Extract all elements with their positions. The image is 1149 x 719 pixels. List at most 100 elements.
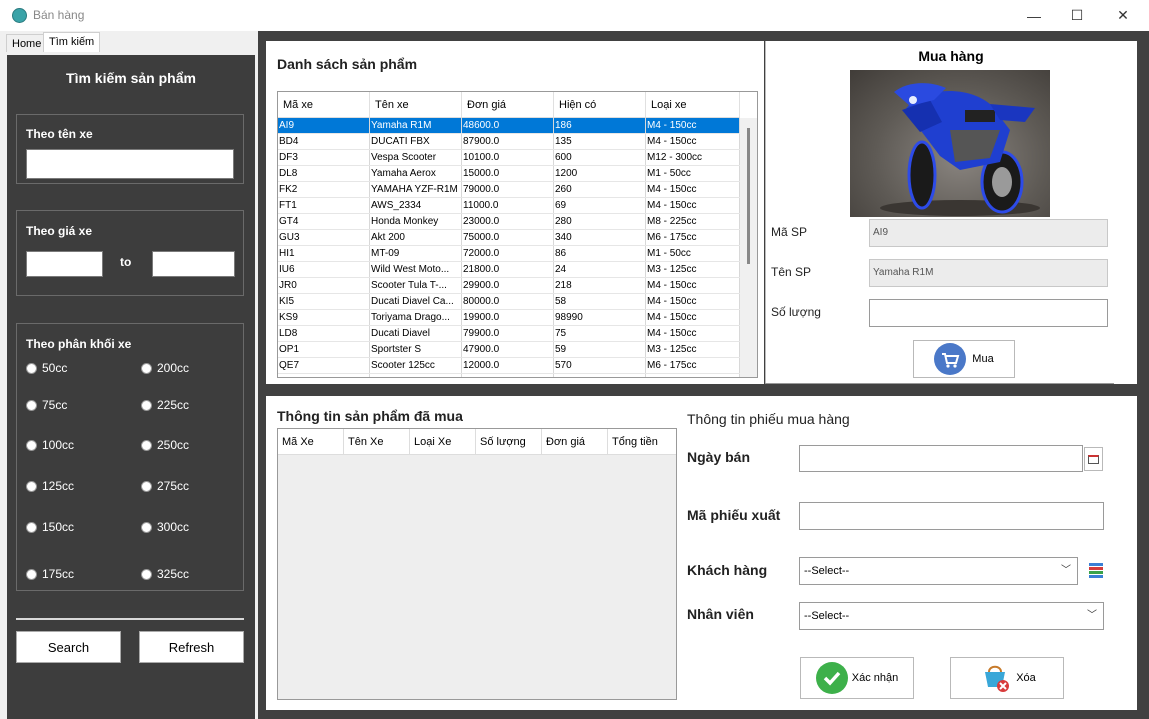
table-cell: M4 - 150cc bbox=[646, 118, 740, 133]
product-table-scrollbar[interactable] bbox=[740, 118, 757, 377]
column-header[interactable]: Đơn giá bbox=[462, 92, 554, 117]
table-row[interactable]: LD8 Ducati Diavel 79900.0 75 M4 - 150cc bbox=[278, 326, 740, 342]
radio-circle-icon bbox=[26, 480, 37, 492]
tab-strip: Home Tìm kiếm bbox=[0, 31, 258, 53]
table-cell: 135 bbox=[554, 134, 646, 149]
buy-button[interactable]: Mua bbox=[913, 340, 1015, 378]
table-cell: M4 - 150cc bbox=[646, 278, 740, 293]
column-header[interactable]: Loại Xe bbox=[410, 429, 476, 454]
search-panel-title: Tìm kiếm sản phẩm bbox=[66, 70, 196, 86]
table-cell: M3 - 125cc bbox=[646, 262, 740, 277]
table-cell: 19900.0 bbox=[462, 310, 554, 325]
bought-products-table[interactable]: Mã Xe Tên Xe Loại Xe Số lượng Đơn giá Tổ… bbox=[277, 428, 677, 700]
price-min-input[interactable] bbox=[26, 251, 103, 277]
delete-button[interactable]: Xóa bbox=[950, 657, 1064, 699]
table-cell: KI5 bbox=[278, 294, 370, 309]
table-cell: M6 - 175cc bbox=[646, 230, 740, 245]
column-header[interactable]: Loại xe bbox=[646, 92, 740, 117]
table-row[interactable]: KS9 Toriyama Drago... 19900.0 98990 M4 - 150… bbox=[278, 310, 740, 326]
table-row[interactable]: OP1 Sportster S 47900.0 59 M3 - 125cc bbox=[278, 342, 740, 358]
product-table[interactable]: Mã xe Tên xe Đơn giá Hiện có Loại xe AI9… bbox=[277, 91, 758, 378]
maximize-button[interactable]: ☐ bbox=[1054, 0, 1100, 31]
radio-75cc[interactable]: 75cc bbox=[26, 398, 67, 412]
quantity-label: Số lượng bbox=[771, 305, 821, 319]
radio-100cc[interactable]: 100cc bbox=[26, 438, 74, 452]
column-header[interactable]: Mã xe bbox=[278, 92, 370, 117]
radio-label: 125cc bbox=[42, 479, 75, 493]
staff-select[interactable]: --Select-- ﹀ bbox=[799, 602, 1104, 630]
sale-date-input[interactable] bbox=[799, 445, 1083, 472]
table-cell: Ducati Diavel bbox=[370, 326, 462, 341]
table-cell: M3 - 125cc bbox=[646, 342, 740, 357]
table-cell: KS9 bbox=[278, 310, 370, 325]
name-search-input[interactable] bbox=[26, 149, 234, 179]
radio-label: 300cc bbox=[157, 520, 190, 534]
table-cell: 1200 bbox=[554, 166, 646, 181]
table-row[interactable]: QF7BMW 3312000.0120M3 - 125cc bbox=[278, 374, 740, 377]
quantity-input[interactable] bbox=[869, 299, 1108, 327]
table-row[interactable]: DF3 Vespa Scooter 10100.0 600 M12 - 300cc bbox=[278, 150, 740, 166]
table-cell: 75000.0 bbox=[462, 230, 554, 245]
table-cell: 75 bbox=[554, 326, 646, 341]
table-row[interactable]: GU3 Akt 200 75000.0 340 M6 - 175cc bbox=[278, 230, 740, 246]
table-row[interactable]: JR0 Scooter Tula T-... 29900.0 218 M4 - 150c… bbox=[278, 278, 740, 294]
table-row[interactable]: BD4 DUCATI FBX 87900.0 135 M4 - 150cc bbox=[278, 134, 740, 150]
radio-circle-icon bbox=[141, 399, 152, 411]
buy-button-label: Mua bbox=[972, 353, 994, 365]
refresh-button[interactable]: Refresh bbox=[139, 631, 244, 663]
radio-250cc[interactable]: 250cc bbox=[141, 438, 189, 452]
table-cell: JR0 bbox=[278, 278, 370, 293]
divider bbox=[765, 383, 1114, 384]
customer-list-icon[interactable] bbox=[1089, 563, 1103, 578]
confirm-button[interactable]: Xác nhận bbox=[800, 657, 914, 699]
product-table-header: Mã xe Tên xe Đơn giá Hiện có Loại xe bbox=[278, 92, 740, 118]
table-cell: 86 bbox=[554, 246, 646, 261]
column-header[interactable]: Số lượng bbox=[476, 429, 542, 454]
radio-225cc[interactable]: 225cc bbox=[141, 398, 189, 412]
customer-select[interactable]: --Select-- ﹀ bbox=[799, 557, 1078, 585]
table-row[interactable]: HI1 MT-09 72000.0 86 M1 - 50cc bbox=[278, 246, 740, 262]
invoice-code-input[interactable] bbox=[799, 502, 1104, 530]
column-header[interactable]: Hiện có bbox=[554, 92, 646, 117]
radio-200cc[interactable]: 200cc bbox=[141, 361, 189, 375]
table-cell: M12 - 300cc bbox=[646, 150, 740, 165]
radio-325cc[interactable]: 325cc bbox=[141, 567, 189, 581]
radio-300cc[interactable]: 300cc bbox=[141, 520, 189, 534]
table-row[interactable]: KI5 Ducati Diavel Ca... 80000.0 58 M4 - 150c… bbox=[278, 294, 740, 310]
table-row[interactable]: IU6 Wild West Moto... 21800.0 24 M3 - 125cc bbox=[278, 262, 740, 278]
table-row[interactable]: GT4 Honda Monkey 23000.0 280 M8 - 225cc bbox=[278, 214, 740, 230]
table-row[interactable]: QE7 Scooter 125cc 12000.0 570 M6 - 175cc bbox=[278, 358, 740, 374]
radio-175cc[interactable]: 175cc bbox=[26, 567, 74, 581]
tab-home[interactable]: Home bbox=[6, 34, 48, 53]
product-list-title: Danh sách sản phẩm bbox=[277, 56, 418, 72]
radio-275cc[interactable]: 275cc bbox=[141, 479, 189, 493]
minimize-button[interactable]: — bbox=[1011, 0, 1057, 31]
price-max-input[interactable] bbox=[152, 251, 235, 277]
cc-search-label: Theo phân khối xe bbox=[26, 337, 132, 351]
column-header[interactable]: Đơn giá bbox=[542, 429, 608, 454]
table-row[interactable]: FK2 YAMAHA YZF-R1M 79000.0 260 M4 - 150cc bbox=[278, 182, 740, 198]
table-cell: M4 - 150cc bbox=[646, 310, 740, 325]
table-row[interactable]: DL8 Yamaha Aerox 15000.0 1200 M1 - 50cc bbox=[278, 166, 740, 182]
radio-150cc[interactable]: 150cc bbox=[26, 520, 74, 534]
table-row[interactable]: FT1 AWS_2334 11000.0 69 M4 - 150cc bbox=[278, 198, 740, 214]
radio-50cc[interactable]: 50cc bbox=[26, 361, 67, 375]
column-header[interactable]: Tên Xe bbox=[344, 429, 410, 454]
scrollbar-thumb[interactable] bbox=[747, 128, 750, 264]
column-header[interactable]: Tên xe bbox=[370, 92, 462, 117]
name-search-label: Theo tên xe bbox=[26, 127, 93, 141]
table-cell: Yamaha Aerox bbox=[370, 166, 462, 181]
close-button[interactable]: ✕ bbox=[1100, 0, 1146, 31]
table-row[interactable]: AI9 Yamaha R1M 48600.0 186 M4 - 150cc bbox=[278, 118, 740, 134]
table-cell: 79000.0 bbox=[462, 182, 554, 197]
search-button[interactable]: Search bbox=[16, 631, 121, 663]
radio-125cc[interactable]: 125cc bbox=[26, 479, 74, 493]
radio-circle-icon bbox=[141, 362, 152, 374]
column-header[interactable]: Mã Xe bbox=[278, 429, 344, 454]
table-cell: Toriyama Drago... bbox=[370, 310, 462, 325]
tab-search[interactable]: Tìm kiếm bbox=[43, 32, 101, 53]
calendar-button[interactable] bbox=[1084, 447, 1103, 471]
table-cell: 12000.0 bbox=[462, 374, 554, 377]
title-bar: Bán hàng — ☐ ✕ bbox=[0, 0, 1149, 31]
column-header[interactable]: Tổng tiền bbox=[608, 429, 676, 454]
